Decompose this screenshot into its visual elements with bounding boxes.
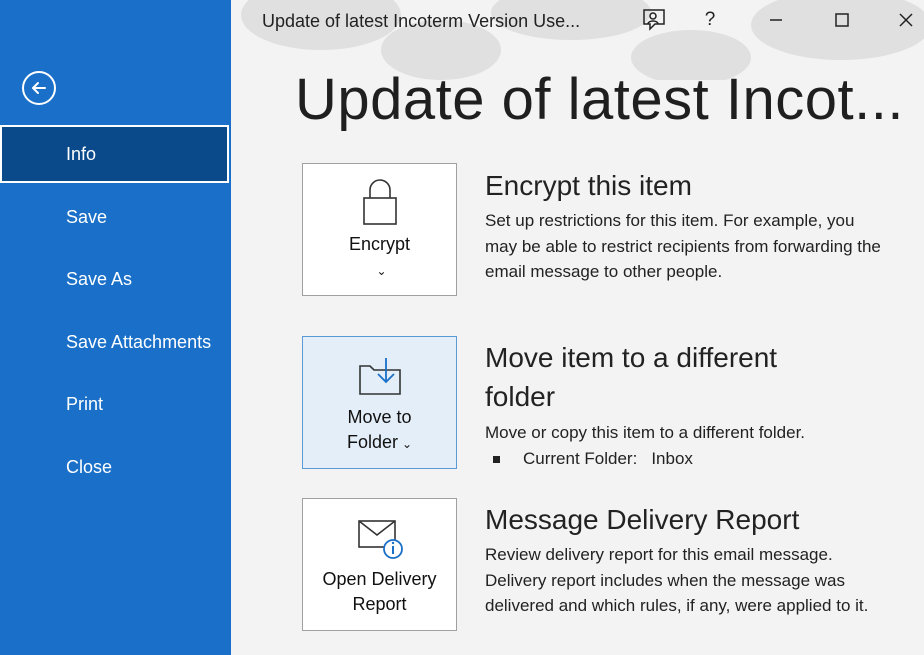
encrypt-label: Encrypt ⌄ <box>349 232 410 284</box>
coauthor-button[interactable] <box>637 6 671 34</box>
encrypt-section-description: Set up restrictions for this item. For e… <box>485 211 881 281</box>
sidebar-item-save[interactable]: Save <box>0 188 229 246</box>
move-section-description: Move or copy this item to a different fo… <box>485 423 806 442</box>
sidebar-item-label: Save Attachments <box>66 331 212 352</box>
window-title: Update of latest Incoterm Version Use... <box>262 11 581 31</box>
sidebar-item-save-as[interactable]: Save As <box>0 250 229 308</box>
open-delivery-report-label: Open Delivery Report <box>322 569 437 614</box>
arrow-left-icon <box>32 82 46 94</box>
current-folder-info: Current Folder: Inbox <box>493 449 693 469</box>
minimize-icon <box>770 19 782 21</box>
sidebar-item-label: Save As <box>66 268 133 289</box>
encrypt-section-title: Encrypt this item <box>485 170 692 201</box>
lock-icon <box>354 178 406 228</box>
move-to-folder-button[interactable]: Move to Folder ⌄ <box>302 336 457 469</box>
close-icon <box>899 13 913 27</box>
sidebar-item-close[interactable]: Close <box>0 438 229 496</box>
maximize-button[interactable] <box>827 6 857 34</box>
people-comment-icon <box>643 9 665 31</box>
maximize-icon <box>835 13 849 27</box>
sidebar-item-info[interactable]: Info <box>0 125 229 183</box>
sidebar-item-label: Save <box>66 206 108 227</box>
encrypt-button[interactable]: Encrypt ⌄ <box>302 163 457 296</box>
envelope-info-icon <box>354 513 406 563</box>
bullet-icon <box>493 455 500 463</box>
minimize-button[interactable] <box>761 6 791 34</box>
info-pane: Update of latest Incoterm Version Use...… <box>231 0 924 655</box>
sidebar-item-label: Print <box>66 393 104 414</box>
backstage-sidebar: Info Save Save As Save Attachments Print… <box>0 0 231 655</box>
page-title: Update of latest Incot... <box>295 67 904 132</box>
current-folder-value: Inbox <box>651 449 693 468</box>
delivery-section-description: Review delivery report for this email me… <box>485 545 869 615</box>
close-window-button[interactable] <box>891 6 921 34</box>
sidebar-item-print[interactable]: Print <box>0 375 229 433</box>
sidebar-item-label: Info <box>66 143 97 164</box>
back-button[interactable] <box>22 71 56 105</box>
move-to-folder-label: Move to Folder ⌄ <box>347 405 412 457</box>
open-delivery-report-button[interactable]: Open Delivery Report <box>302 498 457 631</box>
chevron-down-icon: ⌄ <box>376 264 387 278</box>
chevron-down-icon: ⌄ <box>401 437 413 451</box>
delivery-section-title: Message Delivery Report <box>485 504 800 535</box>
help-button[interactable]: ? <box>697 6 723 34</box>
move-folder-icon <box>354 351 406 401</box>
sidebar-item-label: Close <box>66 456 113 477</box>
move-section-title: Move item to a different folder <box>485 342 778 412</box>
sidebar-item-save-attachments[interactable]: Save Attachments <box>0 313 229 371</box>
